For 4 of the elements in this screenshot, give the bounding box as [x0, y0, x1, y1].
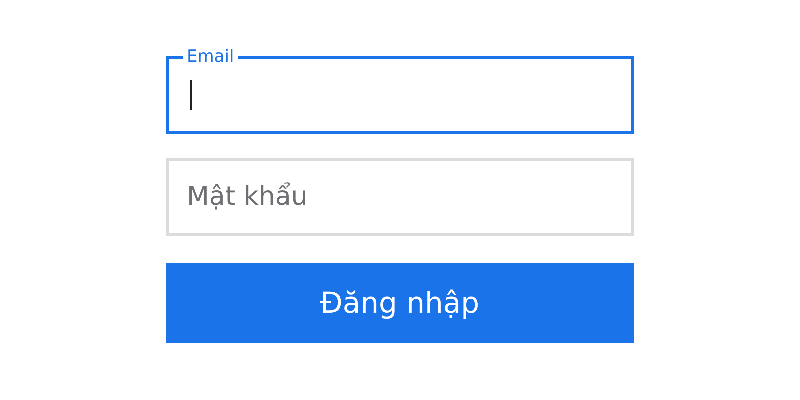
text-cursor	[190, 80, 192, 110]
email-field[interactable]: Email	[166, 47, 634, 134]
login-button[interactable]: Đăng nhập	[166, 263, 634, 343]
password-field[interactable]: Mật khẩu	[166, 158, 634, 236]
